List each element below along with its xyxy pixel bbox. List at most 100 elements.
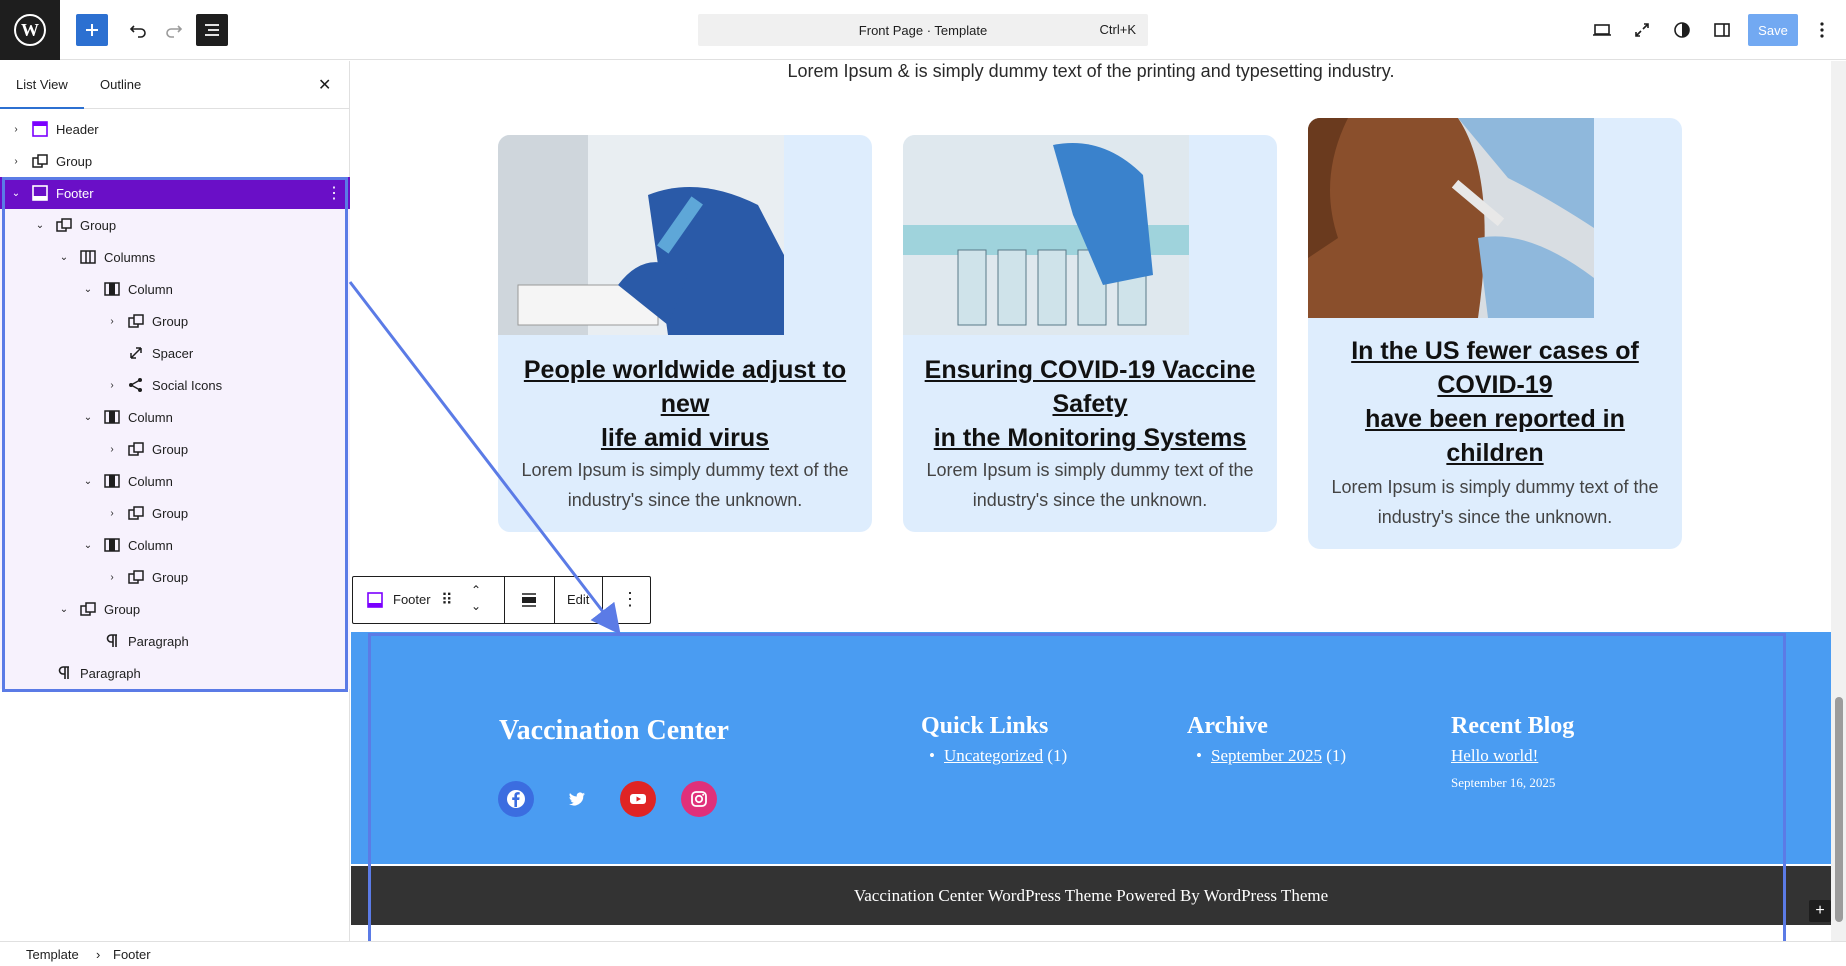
editor-top-bar: W Front Page · Template Ctrl+K Save <box>0 0 1846 60</box>
tree-item-label: Columns <box>104 249 156 265</box>
tree-item-label: Group <box>152 505 189 521</box>
wordpress-logo-icon[interactable]: W <box>0 0 60 60</box>
card-image <box>498 135 784 335</box>
twitter-icon[interactable] <box>559 781 595 817</box>
block-options-icon[interactable]: ⋮ <box>326 183 342 203</box>
recent-post-item: Hello world! <box>1451 746 1538 766</box>
list-view-sidebar: List View Outline ✕ › Header › Group ⌄ F… <box>0 61 350 941</box>
breadcrumb-root[interactable]: Template <box>26 947 79 962</box>
tree-item-paragraph[interactable]: Paragraph <box>0 625 350 657</box>
edit-template-part-button[interactable]: Edit <box>555 577 603 623</box>
canvas-scrollbar[interactable] <box>1831 61 1846 941</box>
tree-item-column[interactable]: ⌄ Column <box>0 273 350 305</box>
tree-item-paragraph[interactable]: Paragraph <box>0 657 350 689</box>
tree-item-header[interactable]: › Header <box>0 113 350 145</box>
scrollbar-thumb[interactable] <box>1835 697 1843 922</box>
drag-handle-icon[interactable]: ⠿ <box>441 590 453 610</box>
chevron-right-icon[interactable]: › <box>106 571 118 583</box>
add-block-inserter-icon[interactable]: + <box>1809 900 1831 922</box>
options-more-icon: ⋮ <box>621 589 639 609</box>
chevron-down-icon[interactable]: ⌄ <box>34 219 46 231</box>
block-name: Footer <box>393 592 431 607</box>
chevron-down-icon[interactable]: ⌄ <box>82 475 94 487</box>
instagram-icon[interactable] <box>681 781 717 817</box>
footer-copyright-bar: Vaccination Center WordPress Theme Power… <box>351 866 1831 925</box>
news-card[interactable]: In the US fewer cases of COVID-19 have b… <box>1308 118 1682 549</box>
footer-brand: Vaccination Center <box>499 715 729 746</box>
chevron-right-icon[interactable]: › <box>106 507 118 519</box>
card-excerpt-line: industry's since the unknown. <box>1377 507 1613 527</box>
chevron-down-icon[interactable]: ⌄ <box>58 603 70 615</box>
command-palette-bar[interactable]: Front Page · Template Ctrl+K <box>698 14 1148 46</box>
tree-item-label: Column <box>128 409 173 425</box>
tree-item-group[interactable]: › Group <box>0 305 350 337</box>
options-more-icon[interactable] <box>1806 14 1838 46</box>
tree-item-group[interactable]: › Group <box>0 497 350 529</box>
tree-item-group[interactable]: › Group <box>0 433 350 465</box>
chevron-right-icon[interactable]: › <box>106 315 118 327</box>
group-icon <box>32 154 48 168</box>
chevron-down-icon[interactable]: ⌄ <box>10 187 22 199</box>
tree-item-column[interactable]: ⌄ Column <box>0 401 350 433</box>
chevron-down-icon[interactable]: ⌄ <box>82 411 94 423</box>
tree-item-group[interactable]: › Group <box>0 561 350 593</box>
tree-item-group[interactable]: ⌄ Group <box>0 209 350 241</box>
close-icon[interactable]: ✕ <box>318 75 331 95</box>
news-card[interactable]: People worldwide adjust to new life amid… <box>498 135 872 532</box>
chevron-down-icon[interactable]: ⌄ <box>58 251 70 263</box>
tab-list-view[interactable]: List View <box>16 77 68 92</box>
undo-button[interactable] <box>122 14 154 46</box>
card-title[interactable]: In the US fewer cases of COVID-19 have b… <box>1308 334 1682 470</box>
chevron-right-icon[interactable]: › <box>106 379 118 391</box>
tree-item-spacer[interactable]: Spacer <box>0 337 350 369</box>
chevron-right-icon[interactable]: › <box>10 155 22 167</box>
quick-links-item: • Uncategorized (1) <box>929 746 1068 765</box>
redo-button[interactable] <box>158 14 190 46</box>
card-title-line: in the Monitoring Systems <box>933 424 1247 452</box>
recent-post-link[interactable]: Hello world! <box>1451 746 1538 765</box>
block-switcher[interactable]: Footer ⠿ ⌃ ⌄ <box>353 577 505 623</box>
spacer-icon <box>130 347 142 359</box>
tree-item-column[interactable]: ⌄ Column <box>0 529 350 561</box>
youtube-icon[interactable] <box>620 781 656 817</box>
save-button[interactable]: Save <box>1748 14 1798 46</box>
move-down-icon[interactable]: ⌄ <box>471 599 481 613</box>
chevron-down-icon[interactable]: ⌄ <box>82 283 94 295</box>
news-card[interactable]: Ensuring COVID-19 Vaccine Safety in the … <box>903 135 1277 532</box>
card-title[interactable]: Ensuring COVID-19 Vaccine Safety in the … <box>903 353 1277 455</box>
archive-link[interactable]: September 2025 <box>1211 746 1322 765</box>
chevron-down-icon[interactable]: ⌄ <box>82 539 94 551</box>
tree-item-footer-selected[interactable]: ⌄ Footer ⋮ <box>0 177 350 209</box>
block-options-button[interactable]: ⋮ <box>603 577 650 623</box>
card-title-line: new <box>660 390 710 418</box>
chevron-right-icon[interactable]: › <box>106 443 118 455</box>
tree-item-group[interactable]: › Group <box>0 145 350 177</box>
category-link[interactable]: Uncategorized <box>944 746 1043 765</box>
block-breadcrumb: Template › Footer <box>0 941 1846 966</box>
facebook-icon[interactable] <box>498 781 534 817</box>
move-up-icon[interactable]: ⌃ <box>471 583 481 597</box>
add-block-button[interactable] <box>76 14 108 46</box>
tree-item-columns[interactable]: ⌄ Columns <box>0 241 350 273</box>
align-button[interactable] <box>505 577 555 623</box>
styles-contrast-icon[interactable] <box>1666 14 1698 46</box>
device-preview-icon[interactable] <box>1586 14 1618 46</box>
site-footer[interactable] <box>351 632 1831 864</box>
column-icon <box>104 282 120 296</box>
chevron-right-icon[interactable]: › <box>10 123 22 135</box>
card-title-line: In the US fewer cases of <box>1351 337 1639 365</box>
settings-sidebar-icon[interactable] <box>1706 14 1738 46</box>
card-excerpt: Lorem Ipsum is simply dummy text of the … <box>1308 472 1682 532</box>
template-part-icon <box>32 121 48 137</box>
tree-item-column[interactable]: ⌄ Column <box>0 465 350 497</box>
archive-title: Archive <box>1187 713 1268 739</box>
tree-item-group[interactable]: ⌄ Group <box>0 593 350 625</box>
recent-blog-title: Recent Blog <box>1451 713 1575 739</box>
list-view-toggle-button[interactable] <box>196 14 228 46</box>
tab-outline[interactable]: Outline <box>100 77 141 92</box>
intro-text: Lorem Ipsum & is simply dummy text of th… <box>787 61 1395 81</box>
zoom-out-icon[interactable] <box>1626 14 1658 46</box>
tree-item-label: Paragraph <box>128 633 189 649</box>
tree-item-social-icons[interactable]: › Social Icons <box>0 369 350 401</box>
card-title[interactable]: People worldwide adjust to new life amid… <box>498 353 872 455</box>
